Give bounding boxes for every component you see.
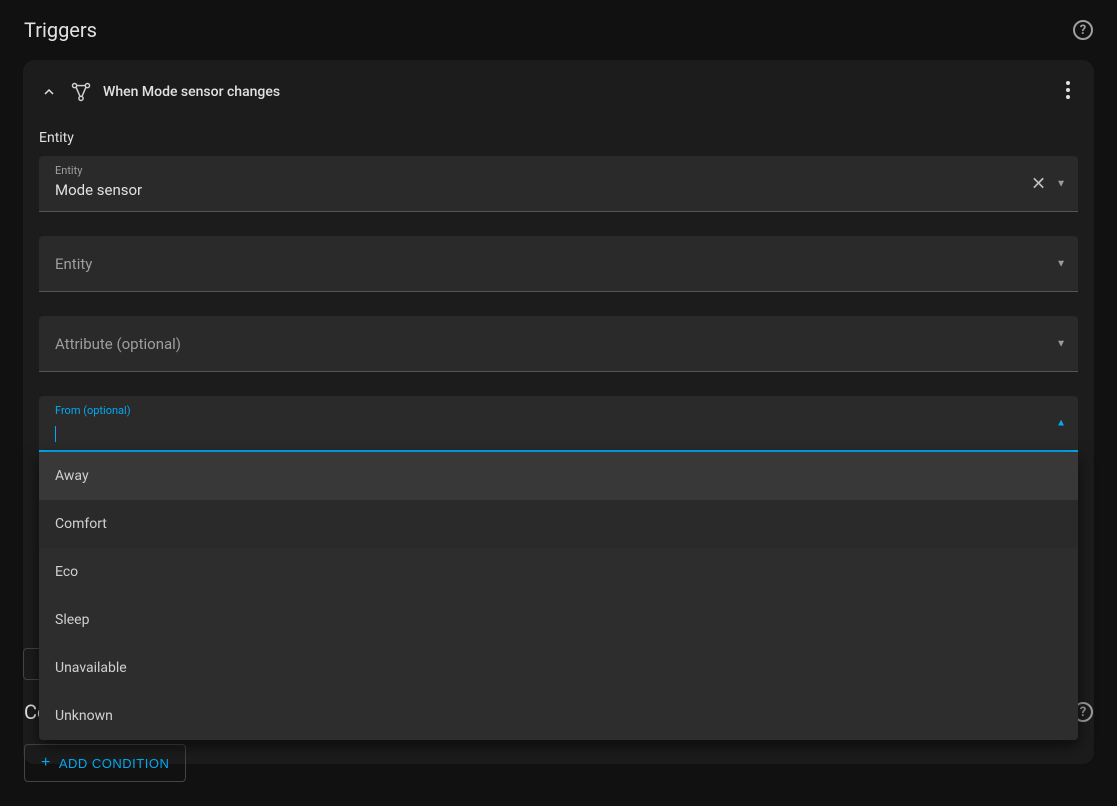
entity-field-1-label: Entity (55, 164, 82, 177)
chevron-down-icon[interactable]: ▼ (1056, 258, 1066, 269)
text-cursor (55, 426, 56, 442)
dropdown-option[interactable]: Unavailable (39, 644, 1078, 692)
from-field[interactable]: From (optional) ▲ (39, 396, 1078, 452)
entity-field-2[interactable]: Entity ▼ (39, 236, 1078, 292)
add-condition-label: ADD CONDITION (59, 756, 170, 771)
attribute-field-placeholder: Attribute (optional) (55, 335, 181, 353)
dropdown-option[interactable]: Sleep (39, 596, 1078, 644)
from-field-label: From (optional) (55, 404, 131, 417)
entity-field-1-value: Mode sensor (55, 181, 142, 199)
from-dropdown: Away Comfort Eco Sleep Unavailable Unkno… (39, 452, 1078, 740)
attribute-field[interactable]: Attribute (optional) ▼ (39, 316, 1078, 372)
help-icon[interactable]: ? (1073, 20, 1093, 40)
dropdown-option[interactable]: Away (39, 452, 1078, 500)
entity-label: Entity (39, 130, 1078, 146)
trigger-card: When Mode sensor changes Entity Entity M… (23, 60, 1094, 764)
collapse-icon[interactable] (37, 80, 61, 104)
triggers-title: Triggers (24, 18, 97, 42)
dropdown-option[interactable]: Unknown (39, 692, 1078, 740)
chevron-up-icon[interactable]: ▲ (1056, 418, 1066, 429)
plus-icon: + (41, 755, 51, 771)
trigger-card-title: When Mode sensor changes (103, 84, 280, 100)
dropdown-option[interactable]: Eco (39, 548, 1078, 596)
entity-field-2-placeholder: Entity (55, 255, 92, 273)
more-menu-button[interactable] (1056, 78, 1080, 102)
entity-field-1[interactable]: Entity Mode sensor ✕ ▼ (39, 156, 1078, 212)
chevron-down-icon[interactable]: ▼ (1056, 178, 1066, 189)
chevron-down-icon[interactable]: ▼ (1056, 338, 1066, 349)
add-condition-button[interactable]: + ADD CONDITION (24, 744, 186, 782)
dropdown-option[interactable]: Comfort (39, 500, 1078, 548)
clear-icon[interactable]: ✕ (1031, 173, 1046, 194)
state-change-icon (65, 76, 97, 108)
